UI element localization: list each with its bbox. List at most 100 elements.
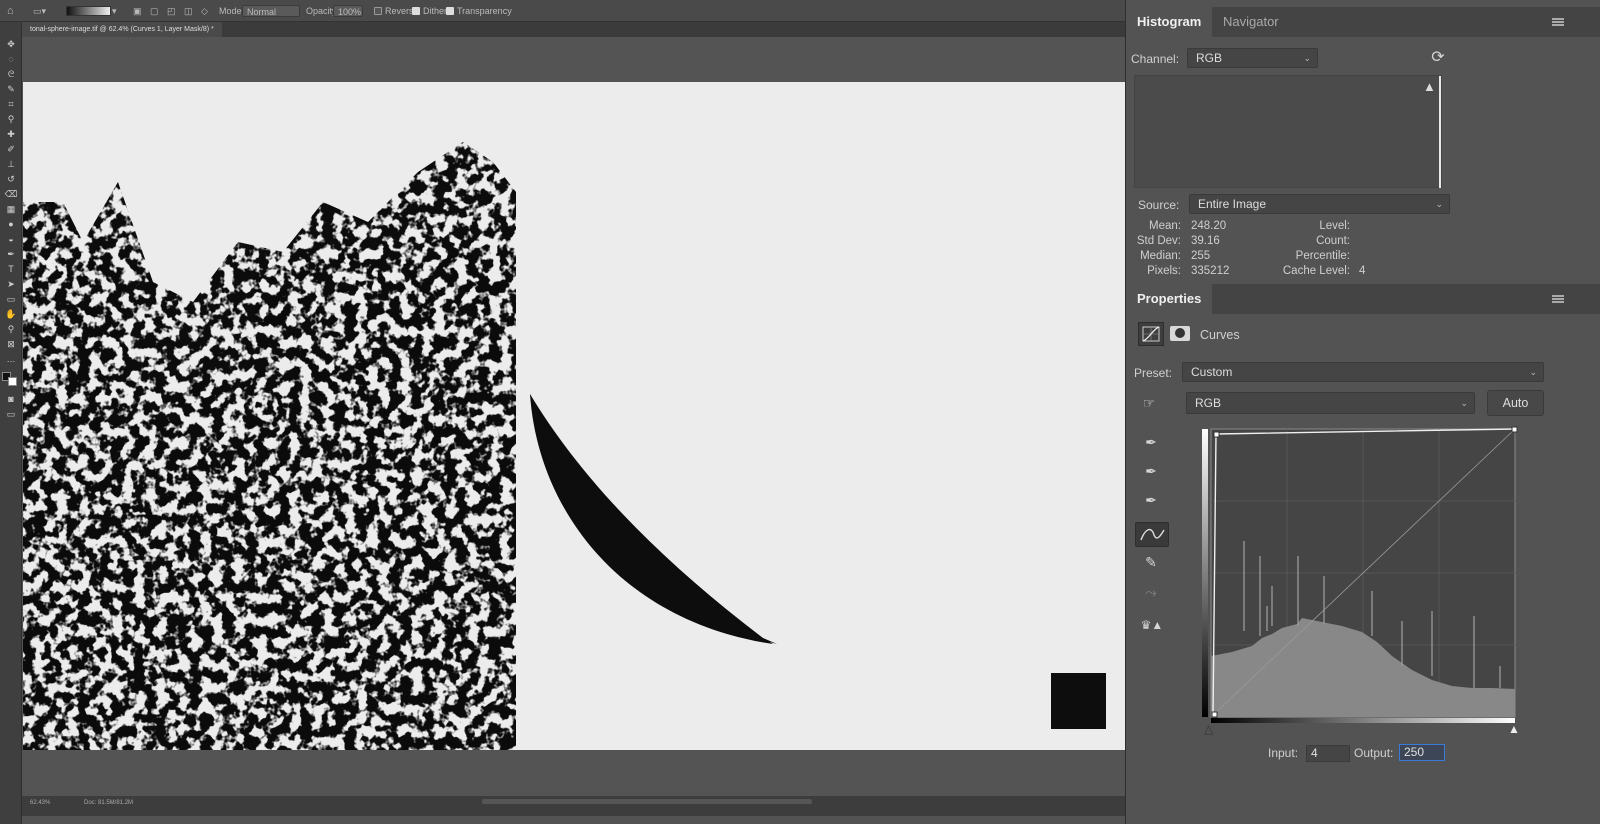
stamp-tool-icon[interactable]: ⊥ [4,159,18,170]
type-tool-icon[interactable]: T [4,264,18,275]
curves-grid-icon [1142,326,1160,342]
frame-tool-icon[interactable]: ⊠ [4,339,18,350]
refresh-icon[interactable]: ⟳ [1427,48,1449,70]
blur-tool-icon[interactable]: ● [4,219,18,230]
curves-adjustment-icon[interactable] [1138,322,1164,346]
stat-mean-label: Mean: [1149,220,1181,232]
document-tab[interactable]: tonal-sphere-image.tif @ 62.4% (Curves 1… [22,22,222,37]
preset-select[interactable]: Custom ⌄ [1182,362,1544,382]
chevron-down-icon: ⌄ [1435,199,1443,209]
edit-points-curve-tool[interactable] [1135,522,1169,547]
tools-panel: ✥ ◌ ᘓ ✎ ⌗ ⚲ ✚ ✐ ⊥ ↺ ⌫ ▦ ● ◒ ✒ T ➤ ▭ ✋ ⚲ … [0,22,22,824]
channel-label: Channel: [1131,52,1180,66]
histogram-display: ▲ [1134,75,1442,188]
quick-mask-icon[interactable]: ◙ [4,394,18,405]
warning-icon[interactable]: ▲ [1423,79,1436,94]
stat-level-label: Level: [1319,220,1350,232]
stat-percentile-label: Percentile: [1295,250,1350,262]
tab-histogram[interactable]: Histogram [1126,7,1213,37]
document-size: Doc: 81.5M/81.2M [84,800,134,806]
tab-properties[interactable]: Properties [1126,284,1213,314]
status-bar: 62.43% Doc: 81.5M/81.2M [22,796,1125,816]
eraser-tool-icon[interactable]: ⌫ [4,189,18,200]
more-tools-icon[interactable]: … [4,354,18,365]
black-square [1051,673,1106,729]
histogram-tabbar: Histogram Navigator [1126,7,1600,37]
tab-navigator[interactable]: Navigator [1212,7,1290,37]
screen-mode-icon[interactable]: ▭ [4,409,18,420]
angle-gradient-icon[interactable]: ◰ [167,5,176,17]
properties-panel-menu-icon[interactable] [1552,295,1564,303]
clipping-warning-icon[interactable]: ♛▲ [1138,615,1166,637]
home-icon[interactable]: ⌂ [7,5,14,17]
image-canvas[interactable] [23,82,1125,750]
mode-select[interactable]: Normal [242,5,300,17]
properties-tabbar: Properties [1126,284,1600,314]
source-select[interactable]: Entire Image ⌄ [1189,194,1450,214]
quick-select-tool-icon[interactable]: ✎ [4,84,18,95]
gradient-tool-icon[interactable]: ▦ [4,204,18,215]
input-field[interactable]: 4 [1306,745,1350,762]
dither-check-icon [412,7,420,15]
output-label: Output: [1354,746,1394,760]
source-value: Entire Image [1198,197,1267,211]
stat-count-label: Count: [1316,235,1350,247]
path-select-tool-icon[interactable]: ➤ [4,279,18,290]
marquee-tool-icon[interactable]: ◌ [4,54,18,65]
eyedropper-tool-icon[interactable]: ⚲ [4,114,18,125]
diamond-gradient-icon[interactable]: ◇ [201,5,208,17]
move-tool-icon[interactable]: ✥ [4,39,18,50]
layer-mask-icon[interactable] [1170,326,1190,341]
stat-stddev-label: Std Dev: [1136,235,1181,247]
shape-tool-icon[interactable]: ▭ [4,294,18,305]
stat-cache-level-value: 4 [1359,265,1366,277]
history-brush-tool-icon[interactable]: ↺ [4,174,18,185]
opacity-field[interactable]: 100% [333,5,363,17]
stat-pixels-label: Pixels: [1147,265,1181,277]
zoom-level[interactable]: 62.43% [30,800,50,806]
output-field[interactable]: 250 [1399,744,1445,761]
crop-tool-icon[interactable]: ⌗ [4,99,18,110]
pencil-draw-curve-icon[interactable]: ✎ [1140,552,1162,574]
white-point-slider-icon[interactable]: ▲ [1508,722,1520,736]
black-point-slider-icon[interactable]: △ [1204,722,1213,736]
white-point-eyedropper-icon[interactable]: ✒ [1140,490,1162,512]
document-tab-bar: tonal-sphere-image.tif @ 62.4% (Curves 1… [22,22,1125,37]
preset-label: Preset: [1134,366,1173,380]
gray-point-eyedropper-icon[interactable]: ✒ [1140,461,1162,483]
reverse-check-icon [374,7,382,15]
stat-pixels-value: 335212 [1191,265,1230,277]
on-image-adjust-icon[interactable]: ☞ [1138,393,1160,415]
curves-graph[interactable] [1202,426,1519,720]
dither-checkbox[interactable]: Dither [412,5,447,17]
adjustment-name: Curves [1200,328,1240,342]
transparency-label: Transparency [457,6,512,16]
black-point-eyedropper-icon[interactable]: ✒ [1140,432,1162,454]
dodge-tool-icon[interactable]: ◒ [4,234,18,245]
stat-stddev-value: 39.16 [1191,235,1220,247]
transparency-checkbox[interactable]: Transparency [446,5,512,17]
horizontal-scrollbar[interactable] [482,799,812,804]
curves-channel-select[interactable]: RGB ⌄ [1186,392,1475,414]
mask-circle [1175,328,1185,338]
linear-gradient-icon[interactable]: ▣ [133,5,142,17]
pen-tool-icon[interactable]: ✒ [4,249,18,260]
gradient-swatch[interactable] [66,6,111,16]
gradient-preset-icon[interactable]: ▭▾ [33,5,46,17]
hand-tool-icon[interactable]: ✋ [4,309,18,320]
reflected-gradient-icon[interactable]: ◫ [184,5,193,17]
background-color-swatch[interactable] [8,377,17,386]
brush-tool-icon[interactable]: ✐ [4,144,18,155]
healing-tool-icon[interactable]: ✚ [4,129,18,140]
channel-select[interactable]: RGB ⌄ [1187,48,1318,68]
gradient-dropdown-icon[interactable]: ▾ [112,5,117,17]
auto-button[interactable]: Auto [1487,390,1544,416]
histogram-panel-menu-icon[interactable] [1552,18,1564,26]
chevron-down-icon: ⌄ [1460,398,1468,408]
lasso-tool-icon[interactable]: ᘓ [4,69,18,80]
smooth-curve-icon[interactable]: ⤳ [1140,582,1162,604]
zoom-tool-icon[interactable]: ⚲ [4,324,18,335]
channel-value: RGB [1196,51,1223,65]
radial-gradient-icon[interactable]: ▢ [150,5,159,17]
stat-median-value: 255 [1191,250,1211,262]
